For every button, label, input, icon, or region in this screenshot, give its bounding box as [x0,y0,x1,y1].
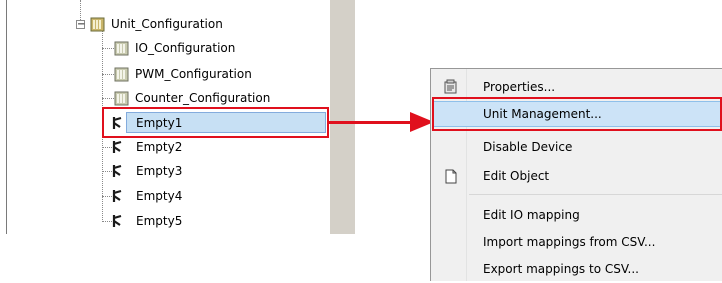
annotation-highlight-box [102,107,329,138]
tree-node-label: Unit_Configuration [111,17,223,31]
tree-node-empty5[interactable]: Empty5 [110,210,182,232]
menu-item-disable-device[interactable]: Disable Device [431,133,722,161]
panel-border [6,0,7,234]
tree-node-io-configuration[interactable]: IO_Configuration [114,37,235,59]
tree-node-unit-configuration[interactable]: Unit_Configuration [90,13,223,35]
properties-icon [443,79,459,95]
tree-node-label: Empty2 [136,140,183,154]
pin-icon [110,164,124,178]
splitter-bar[interactable] [330,0,355,234]
unit-icon [114,67,129,82]
annotation-highlight-box [432,97,722,131]
pin-icon [110,189,124,203]
edit-object-icon [443,168,459,184]
menu-item-label: Export mappings to CSV... [483,262,639,276]
tree-node-empty3[interactable]: Empty3 [110,160,182,182]
menu-item-import-mappings[interactable]: Import mappings from CSV... [431,228,722,256]
tree-connector-line [102,48,114,49]
tree-node-empty2[interactable]: Empty2 [110,136,182,158]
collapse-toggle[interactable]: − [76,20,85,30]
pin-icon [110,214,124,228]
menu-item-label: Disable Device [483,140,573,154]
tree-node-label: Empty4 [136,189,183,203]
tree-connector-line [102,74,114,75]
tree-node-label: Counter_Configuration [135,91,271,105]
menu-item-label: Edit IO mapping [483,208,580,222]
menu-item-edit-object[interactable]: Edit Object [431,162,722,190]
tree-node-empty4[interactable]: Empty4 [110,185,182,207]
tree-node-pwm-configuration[interactable]: PWM_Configuration [114,63,252,85]
annotation-arrow-line [329,121,412,124]
menu-item-edit-io-mapping[interactable]: Edit IO mapping [431,201,722,229]
menu-item-label: Edit Object [483,169,550,183]
menu-item-label: Properties... [483,80,556,94]
tree-node-label: PWM_Configuration [135,67,252,81]
tree-connector-line [102,98,114,99]
menu-item-label: Import mappings from CSV... [483,235,656,249]
menu-item-export-mappings[interactable]: Export mappings to CSV... [431,255,722,283]
pin-icon [110,140,124,154]
tree-node-label: Empty3 [136,164,183,178]
unit-icon [90,17,105,32]
tree-node-counter-configuration[interactable]: Counter_Configuration [114,87,270,109]
tree-node-label: Empty5 [136,214,183,228]
tree-node-label: IO_Configuration [135,41,236,55]
menu-separator [469,194,722,195]
unit-icon [114,41,129,56]
unit-icon [114,91,129,106]
